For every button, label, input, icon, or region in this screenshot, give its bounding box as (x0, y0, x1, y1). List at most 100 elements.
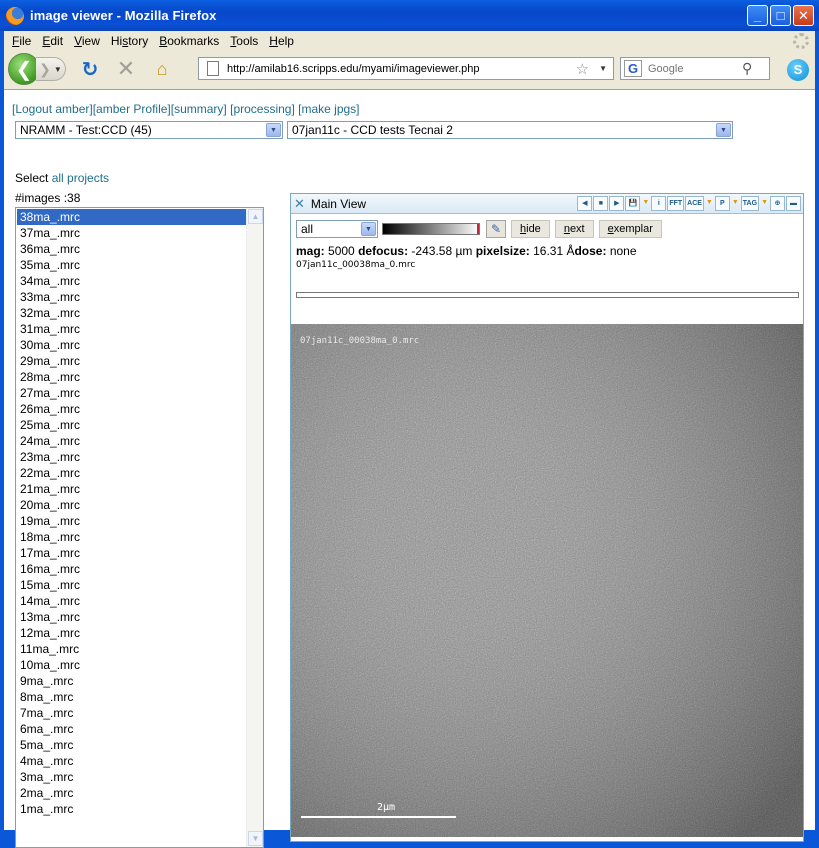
preset-select[interactable]: all ▼ (296, 220, 378, 238)
ace-dropdown-icon[interactable]: ▼ (705, 196, 714, 211)
close-panel-icon[interactable]: ✕ (294, 196, 305, 212)
list-item[interactable]: 36ma_.mrc (17, 241, 247, 257)
list-item[interactable]: 30ma_.mrc (17, 337, 247, 353)
list-item[interactable]: 1ma_.mrc (17, 801, 247, 817)
list-item[interactable]: 13ma_.mrc (17, 609, 247, 625)
list-item[interactable]: 24ma_.mrc (17, 433, 247, 449)
chevron-down-icon[interactable]: ▼ (266, 123, 281, 137)
list-item[interactable]: 12ma_.mrc (17, 625, 247, 641)
exemplar-button[interactable]: exemplar (598, 220, 662, 238)
menu-item[interactable]: Tools (226, 34, 265, 48)
home-button[interactable]: ⌂ (150, 57, 174, 81)
list-item[interactable]: 22ma_.mrc (17, 465, 247, 481)
info-icon[interactable]: i (651, 196, 667, 211)
list-item[interactable]: 8ma_.mrc (17, 689, 247, 705)
list-item[interactable]: 17ma_.mrc (17, 545, 247, 561)
tag-dropdown-icon[interactable]: ▼ (760, 196, 769, 211)
profile-link[interactable]: [amber Profile] (93, 102, 171, 116)
list-item[interactable]: 37ma_.mrc (17, 225, 247, 241)
list-item[interactable]: 9ma_.mrc (17, 673, 247, 689)
list-item[interactable]: 29ma_.mrc (17, 353, 247, 369)
list-item[interactable]: 18ma_.mrc (17, 529, 247, 545)
reload-button[interactable]: ↻ (78, 57, 102, 81)
list-item[interactable]: 33ma_.mrc (17, 289, 247, 305)
url-bar[interactable]: http://amilab16.scripps.edu/myami/imagev… (198, 57, 614, 80)
particle-icon[interactable]: P (714, 196, 730, 211)
menu-item[interactable]: Help (265, 34, 301, 48)
chevron-down-icon[interactable]: ▼ (361, 222, 376, 236)
stop-image-icon[interactable]: ■ (593, 196, 609, 211)
menu-item[interactable]: Edit (38, 34, 70, 48)
list-item[interactable]: 26ma_.mrc (17, 401, 247, 417)
list-item[interactable]: 31ma_.mrc (17, 321, 247, 337)
micrograph-image[interactable]: 07jan11c_00038ma_0.mrc 2µm (291, 324, 803, 837)
list-item[interactable]: 5ma_.mrc (17, 737, 247, 753)
list-item[interactable]: 19ma_.mrc (17, 513, 247, 529)
list-item[interactable]: 34ma_.mrc (17, 273, 247, 289)
list-scrollbar[interactable]: ▲ ▼ (246, 208, 263, 847)
list-item[interactable]: 25ma_.mrc (17, 417, 247, 433)
stop-button[interactable]: ✕ (114, 56, 138, 81)
logout-link[interactable]: [Logout amber] (12, 102, 93, 116)
particle-dropdown-icon[interactable]: ▼ (731, 196, 740, 211)
list-item[interactable]: 15ma_.mrc (17, 577, 247, 593)
list-item[interactable]: 16ma_.mrc (17, 561, 247, 577)
list-item[interactable]: 4ma_.mrc (17, 753, 247, 769)
list-item[interactable]: 10ma_.mrc (17, 657, 247, 673)
search-input[interactable] (646, 61, 736, 76)
summary-link[interactable]: [summary] (171, 102, 227, 116)
menu-item[interactable]: View (70, 34, 107, 48)
list-item[interactable]: 38ma_.mrc (17, 209, 247, 225)
list-item[interactable]: 3ma_.mrc (17, 769, 247, 785)
chevron-down-icon[interactable]: ▼ (716, 123, 731, 137)
save-dropdown-icon[interactable]: ▼ (641, 196, 650, 211)
menu-item[interactable]: File (8, 34, 38, 48)
close-button[interactable]: ✕ (793, 5, 814, 26)
list-item[interactable]: 35ma_.mrc (17, 257, 247, 273)
target-icon[interactable]: ⊕ (770, 196, 785, 211)
scroll-up-icon[interactable]: ▲ (248, 209, 263, 224)
make-jpgs-link[interactable]: [make jpgs] (298, 102, 359, 116)
url-dropdown-icon[interactable]: ▼ (599, 64, 607, 73)
list-item[interactable]: 7ma_.mrc (17, 705, 247, 721)
hide-button[interactable]: hide (511, 220, 550, 238)
fft-icon[interactable]: FFT (667, 196, 685, 211)
project-select[interactable]: NRAMM - Test:CCD (45) ▼ (15, 121, 283, 139)
session-select[interactable]: 07jan11c - CCD tests Tecnai 2 ▼ (287, 121, 733, 139)
search-bar[interactable]: G ⚲ (620, 57, 770, 80)
menu-item[interactable]: Bookmarks (155, 34, 226, 48)
google-engine-icon[interactable]: G (624, 60, 642, 77)
save-icon[interactable]: 💾 (625, 196, 641, 211)
list-item[interactable]: 11ma_.mrc (17, 641, 247, 657)
search-icon[interactable]: ⚲ (742, 60, 752, 77)
adjust-icon[interactable]: ✎ (486, 220, 506, 238)
list-item[interactable]: 32ma_.mrc (17, 305, 247, 321)
contrast-gradient-slider[interactable] (382, 223, 480, 235)
list-item[interactable]: 6ma_.mrc (17, 721, 247, 737)
next-button[interactable]: next (554, 220, 594, 238)
list-item[interactable]: 2ma_.mrc (17, 785, 247, 801)
bookmark-star-icon[interactable]: ☆ (576, 60, 589, 78)
ace-icon[interactable]: ACE (685, 196, 704, 211)
image-listbox[interactable]: 38ma_.mrc 37ma_.mrc 36ma_.mrc 35ma_.mrc 34ma… (15, 207, 264, 848)
list-item[interactable]: 27ma_.mrc (17, 385, 247, 401)
processing-link[interactable]: [processing] (230, 102, 295, 116)
menu-item[interactable]: History (107, 34, 155, 48)
history-dropdown-icon[interactable]: ▼ (54, 65, 62, 74)
all-projects-link[interactable]: all projects (52, 171, 109, 185)
next-image-icon[interactable]: ▶ (609, 196, 625, 211)
minimize-button[interactable]: _ (747, 5, 768, 26)
maximize-button[interactable]: □ (770, 5, 791, 26)
list-item[interactable]: 20ma_.mrc (17, 497, 247, 513)
forward-button[interactable]: ❯ ▼ (36, 57, 66, 81)
skype-icon[interactable]: S (787, 59, 809, 81)
tag-icon[interactable]: TAG (740, 196, 760, 211)
list-item[interactable]: 21ma_.mrc (17, 481, 247, 497)
list-item[interactable]: 28ma_.mrc (17, 369, 247, 385)
minimize-panel-icon[interactable]: ▬ (786, 196, 801, 211)
list-item[interactable]: 23ma_.mrc (17, 449, 247, 465)
list-item[interactable]: 14ma_.mrc (17, 593, 247, 609)
url-text[interactable]: http://amilab16.scripps.edu/myami/imagev… (227, 63, 576, 75)
scroll-down-icon[interactable]: ▼ (248, 831, 263, 846)
prev-image-icon[interactable]: ◀ (577, 196, 593, 211)
